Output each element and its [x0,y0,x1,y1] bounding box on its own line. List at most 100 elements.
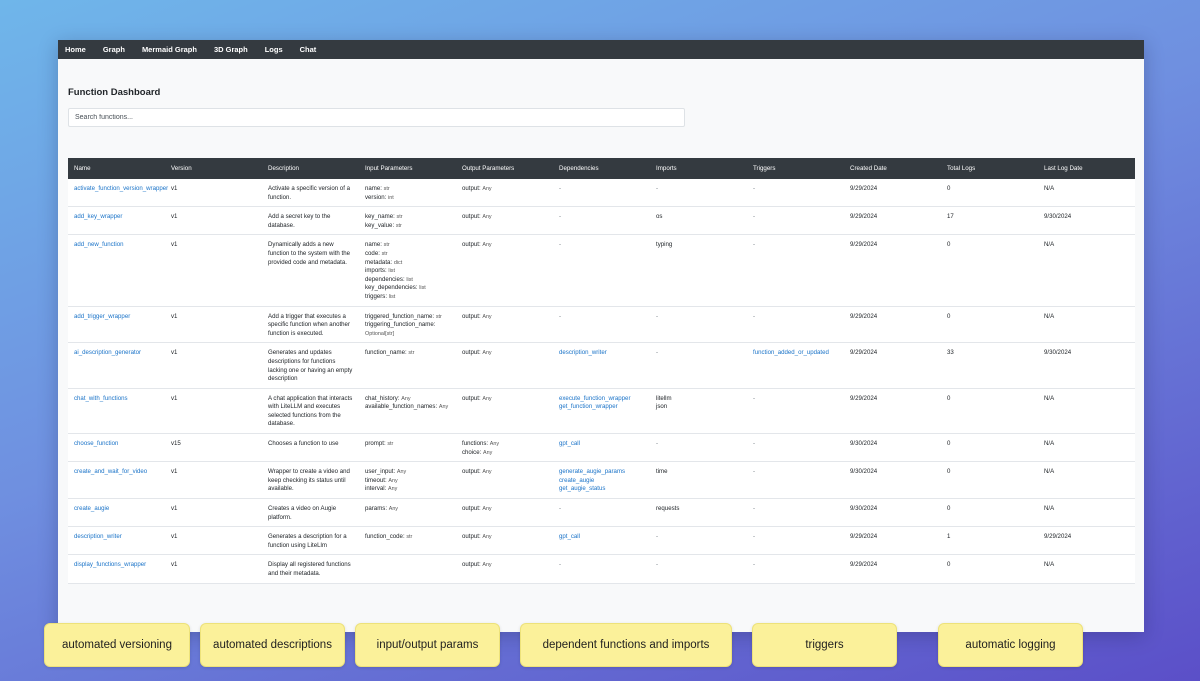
cell-created-date: 9/30/2024 [844,433,941,463]
cell-output-parameters: output: Any [456,461,553,500]
cell-created-date: 9/30/2024 [844,498,941,528]
param-item: dependencies: list [365,275,413,283]
table-row: display_functions_wrapper v1 Display all r… [68,554,1135,584]
dependency-link[interactable]: description_writer [559,349,644,358]
nav-home[interactable]: Home [65,45,86,54]
param-name: available_function_names [365,403,436,411]
param-type: str [383,186,390,192]
cell-created-date: 9/30/2024 [844,461,941,500]
nav-mermaid-graph[interactable]: Mermaid Graph [142,45,197,54]
table-row: activate_function_version_wrapper v1 Activ… [68,179,1135,208]
param-type: str [381,250,388,257]
param-item: output: Any [462,241,492,249]
cell-description: Creates a video on Augie platform. [262,498,359,528]
param-type: Any [388,506,399,513]
param-type: list [388,268,395,275]
nav-chat[interactable]: Chat [300,45,317,54]
cell-output-parameters: output: Any [456,554,553,584]
cell-triggers: - [747,388,844,435]
param-type: Any [482,506,492,513]
param-name: output [462,505,479,513]
function-name-link[interactable]: ai_description_generator [74,349,141,356]
param-item: function_code: str [365,533,413,541]
cell-total-logs: 33 [941,342,1038,389]
cell-created-date: 9/29/2024 [844,526,941,556]
param-type: str [406,534,413,541]
dependency-link[interactable]: gpt_call [559,440,644,449]
dependency-link[interactable]: get_augie_status [559,485,644,494]
empty-marker: - [559,185,562,192]
cell-last-log-date: 9/29/2024 [1038,526,1135,556]
dependency-link[interactable]: generate_augie_params [559,468,644,477]
col-header-dependencies[interactable]: Dependencies [553,158,650,179]
function-name-link[interactable]: chat_with_functions [74,395,128,402]
cell-output-parameters: output: Any [456,498,553,528]
cell-total-logs: 0 [941,234,1038,307]
empty-marker: - [559,213,562,221]
cell-last-log-date: N/A [1038,554,1135,584]
cell-created-date: 9/29/2024 [844,179,941,208]
nav-graph[interactable]: Graph [103,45,125,54]
param-item: name: str [365,241,390,249]
col-header-name[interactable]: Name [68,158,165,179]
param-name: function_name [365,349,405,357]
cell-version: v1 [165,388,262,435]
cell-input-parameters: user_input: Any timeout: Any interval: Any [359,461,456,500]
dependency-link[interactable]: create_augie [559,477,644,486]
page-title: Function Dashboard [68,87,161,98]
nav-logs[interactable]: Logs [265,45,283,54]
cell-version: v15 [165,433,262,463]
feature-badge: automated descriptions [200,623,345,667]
function-name-link[interactable]: activate_function_version_wrapper [74,185,168,192]
col-header-version[interactable]: Version [165,158,262,179]
function-name-link[interactable]: create_augie [74,505,109,512]
cell-description: Dynamically adds a new function to the s… [262,234,359,307]
param-type: Any [482,562,492,569]
cell-total-logs: 0 [941,306,1038,344]
col-header-total-logs[interactable]: Total Logs [941,158,1038,179]
col-header-triggers[interactable]: Triggers [747,158,844,179]
cell-total-logs: 17 [941,206,1038,236]
cell-last-log-date: N/A [1038,461,1135,500]
param-item: params: Any [365,505,399,513]
col-header-imports[interactable]: Imports [650,158,747,179]
cell-description: Generates a description for a function u… [262,526,359,556]
col-header-input-parameters[interactable]: Input Parameters [359,158,456,179]
cell-dependencies: - [553,234,650,307]
param-item: prompt: str [365,440,394,448]
import-item: os [656,213,663,221]
import-item: requests [656,505,680,513]
empty-marker: - [753,533,756,541]
function-name-link[interactable]: add_key_wrapper [74,213,122,220]
search-input[interactable] [68,108,685,127]
col-header-description[interactable]: Description [262,158,359,179]
dependency-link[interactable]: execute_function_wrapper [559,395,644,404]
param-type: Any [482,350,492,357]
cell-dependencies: execute_function_wrapper get_function_wra… [553,388,650,435]
cell-description: A chat application that interacts with L… [262,388,359,435]
param-type: Any [482,313,492,320]
function-name-link[interactable]: choose_function [74,440,118,447]
function-name-link[interactable]: display_functions_wrapper [74,561,146,568]
table-row: add_key_wrapper v1 Add a secret key to the… [68,206,1135,236]
cell-created-date: 9/29/2024 [844,388,941,435]
cell-input-parameters: params: Any [359,498,456,528]
cell-dependencies: - [553,554,650,584]
function-name-link[interactable]: add_new_function [74,241,123,248]
param-item: name: str [365,185,390,192]
col-header-output-parameters[interactable]: Output Parameters [456,158,553,179]
cell-last-log-date: N/A [1038,234,1135,307]
cell-description: Generates and updates descriptions for f… [262,342,359,389]
nav-3d-graph[interactable]: 3D Graph [214,45,248,54]
dependency-link[interactable]: gpt_call [559,533,644,542]
dependency-link[interactable]: get_function_wrapper [559,403,644,412]
trigger-link[interactable]: function_added_or_updated [753,349,838,358]
param-name: code [365,249,379,257]
col-header-last-log-date[interactable]: Last Log Date [1038,158,1135,179]
function-name-link[interactable]: add_trigger_wrapper [74,313,130,320]
function-name-link[interactable]: create_and_wait_for_video [74,468,147,475]
cell-total-logs: 1 [941,526,1038,556]
cell-input-parameters: prompt: str [359,433,456,463]
col-header-created-date[interactable]: Created Date [844,158,941,179]
function-name-link[interactable]: description_writer [74,533,122,540]
